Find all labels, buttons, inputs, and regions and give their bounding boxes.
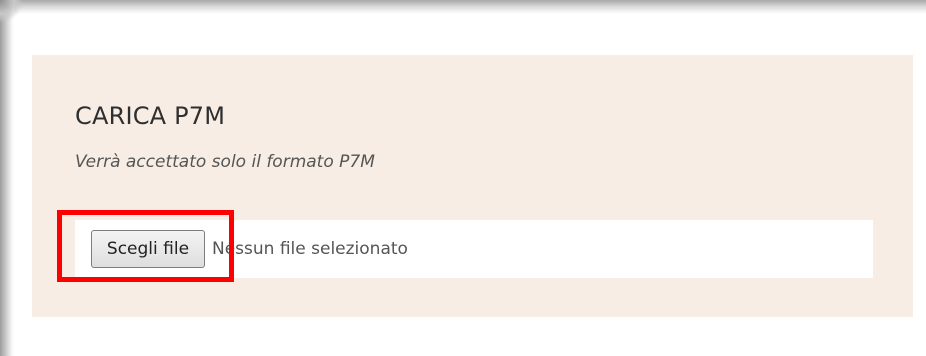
upload-format-note: Verrà accettato solo il formato P7M [75,152,375,172]
top-shadow [0,0,926,14]
screenshot-frame: CARICA P7M Verrà accettato solo il forma… [0,0,926,356]
corner-shadow [0,0,22,22]
upload-title: CARICA P7M [75,102,226,130]
choose-file-button[interactable]: Scegli file [91,230,205,268]
file-input-row[interactable]: Scegli file Nessun file selezionato [75,220,873,278]
file-selection-status: Nessun file selezionato [212,239,408,259]
upload-panel: CARICA P7M Verrà accettato solo il forma… [32,55,913,317]
left-shadow [0,0,14,356]
